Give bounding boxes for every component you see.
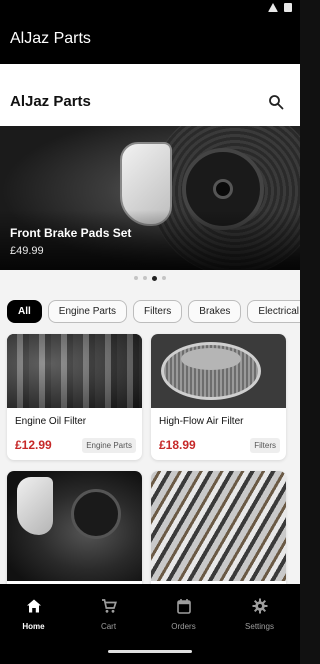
product-image [7,471,142,581]
app-bar: AlJaz Parts [0,16,300,64]
carousel-gradient [0,210,300,270]
nav-label-cart: Cart [100,622,117,631]
product-name: Engine Oil Filter [15,416,87,427]
status-icons [268,3,292,12]
carousel-dot[interactable] [134,276,138,280]
product-name: High-Flow Air Filter [159,416,244,427]
product-card[interactable] [7,471,142,584]
filter-chip-filters[interactable]: Filters [133,300,183,323]
product-image [7,334,142,408]
product-image [151,334,286,408]
nav-label-orders: Orders [171,622,196,631]
carousel-dot[interactable] [162,276,166,280]
product-card[interactable] [151,471,286,584]
product-category-badge: Filters [250,438,280,453]
nav-item-orders[interactable]: Orders [146,594,221,638]
product-price: £12.99 [15,438,52,452]
gesture-bar[interactable] [108,650,192,653]
product-price: £18.99 [159,438,196,452]
gear-icon [252,598,267,614]
nav-label-home: Home [22,622,45,631]
featured-carousel[interactable]: Front Brake Pads Set £49.99 [0,126,300,270]
page-header: AlJaz Parts [0,64,300,126]
nav-item-cart[interactable]: Cart [71,594,146,638]
signal-icon [268,3,278,12]
nav-label-settings: Settings [245,622,274,631]
home-icon [26,599,41,613]
product-card[interactable]: Engine Oil Filter £12.99 Engine Parts [7,334,142,460]
filter-chip-electrical[interactable]: Electrical [247,300,300,323]
carousel-slide-title: Front Brake Pads Set [10,226,132,240]
product-card[interactable]: High-Flow Air Filter £18.99 Filters [151,334,286,460]
carousel-slide-price: £49.99 [10,245,44,257]
cart-icon [101,599,117,613]
carousel-dot[interactable] [143,276,147,280]
status-bar [0,0,300,16]
category-filter-bar: All Engine Parts Filters Brakes Electric… [7,300,300,324]
filter-chip-engine-parts[interactable]: Engine Parts [47,300,128,323]
carousel-indicator[interactable] [0,273,300,283]
page-title: AlJaz Parts [10,93,91,110]
carousel-dot[interactable] [152,275,157,281]
search-icon[interactable] [268,94,284,110]
filter-chip-all[interactable]: All [7,300,42,323]
nav-item-settings[interactable]: Settings [222,594,297,638]
app-title: AlJaz Parts [10,30,91,47]
battery-icon [284,3,292,12]
filter-chip-brakes[interactable]: Brakes [188,300,242,323]
calendar-icon [176,599,191,614]
nav-item-home[interactable]: Home [0,594,71,638]
home-screen: AlJaz Parts Front Brake Pads Set £49.99 … [0,64,300,584]
product-image [151,471,286,581]
product-category-badge: Engine Parts [82,438,136,453]
